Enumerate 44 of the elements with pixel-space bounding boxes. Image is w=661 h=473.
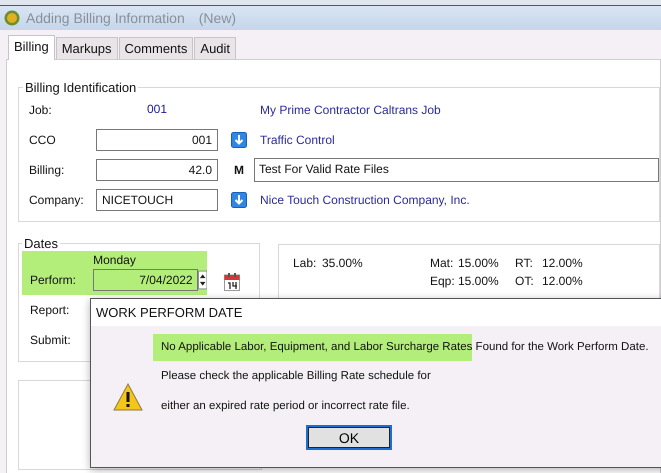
tab[interactable]: Billing (8, 35, 55, 60)
job-number: 001 (146, 101, 168, 118)
coin-icon (4, 10, 20, 26)
spin-icon[interactable] (198, 270, 207, 290)
tab[interactable]: Markups (56, 37, 118, 59)
rate-value: 12.00% (542, 256, 584, 270)
date-field[interactable]: 7/04/2022 (92, 269, 198, 291)
input-field[interactable]: 42.0 (96, 159, 218, 181)
ok-button[interactable]: OK (306, 425, 392, 450)
rate-label: RT: (515, 256, 534, 270)
description-field[interactable]: Test For Valid Rate Files (254, 158, 659, 182)
rate-label: Eqp: (430, 274, 456, 288)
dialog-message: Please check the applicable Billing Rate schedule for (160, 369, 432, 384)
window-status: (New) (198, 10, 236, 26)
marker-label: M (234, 163, 244, 177)
tab[interactable]: Audit (194, 37, 236, 59)
input-field[interactable]: 001 (96, 129, 218, 151)
weekday-label: Monday (22, 251, 207, 269)
rate-label: OT: (515, 274, 535, 288)
calendar-icon[interactable] (224, 273, 240, 291)
rate-value: 35.00% (322, 256, 364, 270)
rate-label: Mat: (430, 256, 454, 270)
rate-label: Lab: (293, 256, 318, 270)
field-label: Report: (30, 303, 70, 317)
description-text: Traffic Control (260, 133, 335, 147)
field-label: Company: (29, 193, 85, 207)
tab[interactable]: Comments (118, 37, 194, 59)
field-label: Submit: (30, 333, 72, 347)
field-label: Perform: (30, 273, 78, 287)
field-label: Billing: (29, 163, 66, 177)
group-title: Billing Identification (24, 80, 138, 95)
field-label: Job: (29, 103, 53, 117)
input-field[interactable]: NICETOUCH (96, 189, 218, 211)
warning-icon (113, 382, 143, 412)
description-text: My Prime Contractor Caltrans Job (260, 103, 441, 117)
dialog-message: either an expired rate period or incorrect rate file. (160, 399, 411, 414)
rate-value: 15.00% (458, 256, 500, 270)
group-title: Dates (23, 236, 59, 251)
rate-value: 12.00% (542, 274, 584, 288)
description-text: Nice Touch Construction Company, Inc. (260, 193, 470, 207)
window-title: Adding Billing Information (26, 10, 185, 26)
rate-value: 15.00% (458, 274, 500, 288)
dialog-title: WORK PERFORM DATE (96, 305, 242, 320)
field-label: CCO (29, 133, 57, 147)
